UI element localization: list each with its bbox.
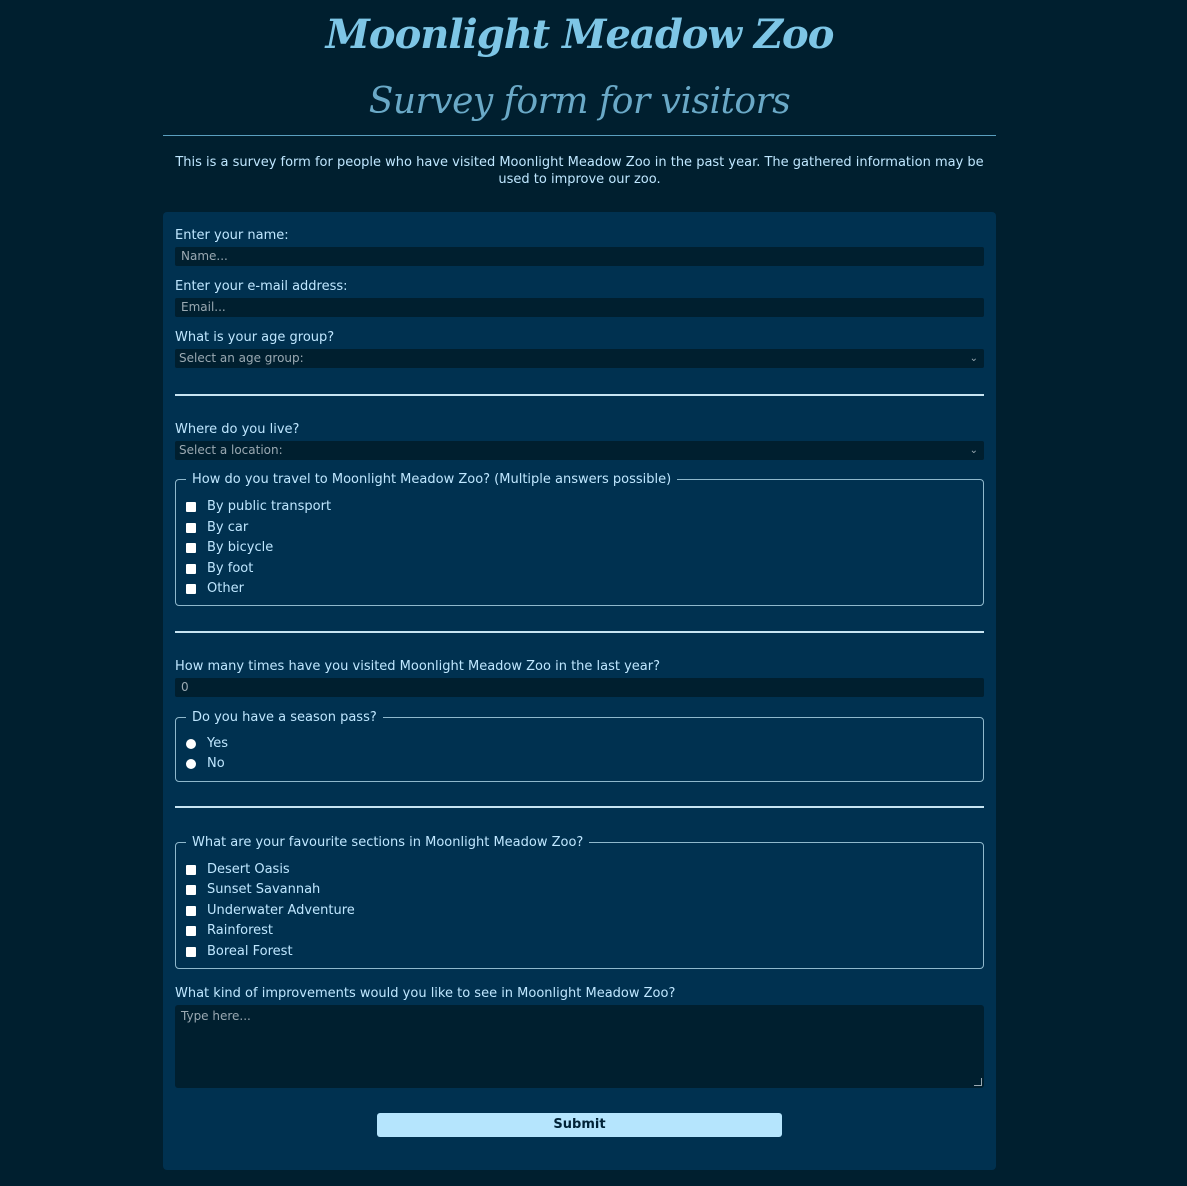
option-label: Sunset Savannah [207, 882, 321, 897]
section-option[interactable]: Underwater Adventure [186, 902, 355, 919]
survey-form: Enter your name: Name... Enter your e-ma… [163, 212, 996, 1170]
name-input[interactable]: Name... [175, 247, 984, 266]
travel-option[interactable]: By public transport [186, 498, 331, 515]
title-divider [163, 135, 996, 136]
page-wrapper: Moonlight Meadow Zoo Survey form for vis… [163, 0, 996, 1170]
visits-label: How many times have you visited Moonligh… [175, 659, 661, 674]
travel-legend: How do you travel to Moonlight Meadow Zo… [186, 471, 678, 488]
travel-option[interactable]: By foot [186, 560, 253, 577]
sections-fieldset: What are your favourite sections in Moon… [175, 834, 984, 969]
name-label: Enter your name: [175, 228, 289, 243]
checkbox[interactable] [186, 501, 196, 512]
travel-fieldset: How do you travel to Moonlight Meadow Zo… [175, 471, 984, 606]
email-input[interactable]: Email... [175, 298, 984, 317]
option-label: Yes [207, 736, 228, 751]
section-option[interactable]: Sunset Savannah [186, 881, 320, 898]
email-label: Enter your e-mail address: [175, 279, 348, 294]
section-option[interactable]: Rainforest [186, 922, 273, 939]
chevron-down-icon: ⌄ [969, 445, 978, 456]
resize-handle-icon[interactable] [974, 1078, 982, 1086]
checkbox[interactable] [186, 583, 196, 594]
sections-legend: What are your favourite sections in Moon… [186, 834, 590, 851]
checkbox[interactable] [186, 884, 196, 895]
age-select-value: Select an age group: [179, 351, 304, 365]
option-label: By public transport [207, 499, 332, 514]
location-select[interactable]: Select a location: ⌄ [175, 441, 984, 460]
page-title: Moonlight Meadow Zoo [325, 11, 835, 58]
section-divider [175, 631, 984, 633]
option-label: No [207, 756, 225, 771]
option-label: Rainforest [207, 923, 274, 938]
intro-text: This is a survey form for people who hav… [175, 155, 984, 187]
option-label: Other [207, 581, 244, 596]
age-select[interactable]: Select an age group: ⌄ [175, 349, 984, 368]
improvements-label: What kind of improvements would you like… [175, 986, 676, 1001]
location-select-value: Select a location: [179, 443, 283, 457]
checkbox[interactable] [186, 864, 196, 875]
submit-button[interactable]: Submit [377, 1113, 782, 1137]
option-label: By bicycle [207, 540, 274, 555]
option-label: Boreal Forest [207, 944, 293, 959]
page-subtitle: Survey form for visitors [368, 81, 791, 122]
travel-option[interactable]: By car [186, 519, 248, 536]
season-pass-option-no[interactable]: No [186, 755, 225, 772]
checkbox[interactable] [186, 563, 196, 574]
section-divider [175, 394, 984, 396]
season-pass-option-yes[interactable]: Yes [186, 735, 228, 752]
checkbox[interactable] [186, 542, 196, 553]
section-option[interactable]: Desert Oasis [186, 861, 290, 878]
option-label: By car [207, 520, 249, 535]
section-option[interactable]: Boreal Forest [186, 943, 293, 960]
textarea-placeholder: Type here... [181, 1009, 251, 1023]
checkbox[interactable] [186, 522, 196, 533]
visits-number-input[interactable]: 0 [175, 678, 984, 697]
section-divider [175, 806, 984, 808]
travel-option[interactable]: By bicycle [186, 539, 273, 556]
location-label: Where do you live? [175, 422, 300, 437]
travel-option[interactable]: Other [186, 580, 244, 597]
radio-button[interactable] [186, 738, 196, 749]
season-pass-legend: Do you have a season pass? [186, 709, 383, 726]
option-label: Desert Oasis [207, 862, 290, 877]
age-label: What is your age group? [175, 330, 335, 345]
season-pass-fieldset: Do you have a season pass? Yes No [175, 709, 984, 782]
improvements-textarea[interactable]: Type here... [175, 1005, 984, 1088]
checkbox[interactable] [186, 925, 196, 936]
radio-button[interactable] [186, 758, 196, 769]
option-label: By foot [207, 561, 254, 576]
chevron-down-icon: ⌄ [969, 353, 978, 364]
checkbox[interactable] [186, 946, 196, 957]
option-label: Underwater Adventure [207, 903, 355, 918]
checkbox[interactable] [186, 905, 196, 916]
